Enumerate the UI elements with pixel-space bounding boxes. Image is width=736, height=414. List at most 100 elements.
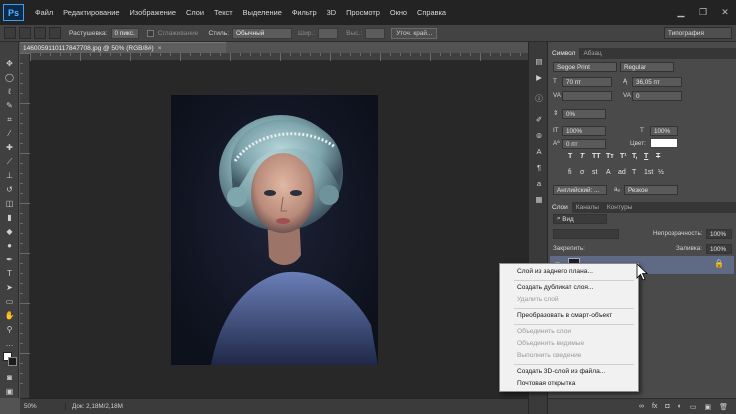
menu-help[interactable]: Справка xyxy=(412,8,451,17)
fractions-button[interactable]: ½ xyxy=(658,169,664,176)
marquee-tool-icon[interactable] xyxy=(4,27,16,39)
paragraph-icon[interactable]: ¶ xyxy=(533,162,545,172)
vertical-scale-input[interactable]: 100% xyxy=(562,126,606,136)
blend-mode-select[interactable] xyxy=(553,229,619,239)
marquee-tool-icon[interactable]: ◯ xyxy=(2,72,17,83)
opacity-input[interactable]: 100% xyxy=(706,229,732,239)
new-selection-icon[interactable] xyxy=(19,27,31,39)
close-icon[interactable]: ✕ xyxy=(714,0,736,25)
faux-bold-button[interactable]: T xyxy=(568,153,572,160)
eyedropper-tool-icon[interactable]: ⁄ xyxy=(2,128,17,139)
brush-presets-icon[interactable]: ✐ xyxy=(533,114,545,124)
leading-input[interactable]: 36,05 пт xyxy=(632,77,682,87)
kerning-input[interactable] xyxy=(562,91,612,101)
document-tab[interactable]: 1460059110117847708.jpg @ 50% (RGB/8#) × xyxy=(20,42,226,53)
hand-tool-icon[interactable]: ✋ xyxy=(2,310,17,321)
font-family-select[interactable]: Segoe Print xyxy=(553,62,617,72)
layer-comps-icon[interactable]: ▦ xyxy=(533,194,545,204)
menu-view[interactable]: Просмотр xyxy=(341,8,385,17)
menu-window[interactable]: Окно xyxy=(385,8,412,17)
blur-tool-icon[interactable]: ◆ xyxy=(2,226,17,237)
stylistic-alternates-button[interactable]: ad xyxy=(618,169,626,176)
menu-3d[interactable]: 3D xyxy=(322,8,341,17)
faux-italic-button[interactable]: T xyxy=(580,153,584,160)
menu-item-convert-smart-object[interactable]: Преобразовать в смарт-объект xyxy=(517,312,612,319)
menu-file[interactable]: Файл xyxy=(30,8,58,17)
lock-icon[interactable]: 🔒 xyxy=(714,259,724,268)
clone-stamp-tool-icon[interactable]: ⊥ xyxy=(2,170,17,181)
screen-mode-icon[interactable]: ▣ xyxy=(2,386,17,397)
menu-filter[interactable]: Фильтр xyxy=(287,8,322,17)
strikethrough-button[interactable]: T xyxy=(656,153,660,160)
superscript-button[interactable]: T¹ xyxy=(620,153,627,160)
tab-paths[interactable]: Контуры xyxy=(603,202,637,213)
menu-item-layer-from-background[interactable]: Слой из заднего плана... xyxy=(517,268,593,275)
menu-type[interactable]: Текст xyxy=(209,8,238,17)
zoom-tool-icon[interactable]: ⚲ xyxy=(2,324,17,335)
path-selection-tool-icon[interactable]: ➤ xyxy=(2,282,17,293)
healing-brush-tool-icon[interactable]: ✚ xyxy=(2,142,17,153)
menu-edit[interactable]: Редактирование xyxy=(58,8,124,17)
discretionary-ligatures-button[interactable]: st xyxy=(592,169,597,176)
history-icon[interactable]: ▤ xyxy=(533,56,545,66)
quick-mask-icon[interactable]: ◙ xyxy=(2,372,17,383)
underline-button[interactable]: T xyxy=(644,153,648,160)
fill-input[interactable]: 100% xyxy=(706,244,732,254)
close-document-icon[interactable]: × xyxy=(158,45,162,52)
move-tool-icon[interactable]: ✥ xyxy=(2,58,17,69)
add-mask-icon[interactable]: ◘ xyxy=(665,403,669,410)
gradient-tool-icon[interactable]: ▮ xyxy=(2,212,17,223)
subtract-selection-icon[interactable] xyxy=(49,27,61,39)
crop-tool-icon[interactable]: ⌗ xyxy=(2,114,17,125)
workspace-select[interactable]: Типография xyxy=(664,27,732,39)
adjustment-layer-icon[interactable]: ◐ xyxy=(678,403,682,410)
type-tool-icon[interactable]: T xyxy=(2,268,17,279)
restore-icon[interactable]: ❐ xyxy=(692,0,714,25)
menu-item-merge-layers[interactable]: Объединить слои xyxy=(517,328,571,335)
horizontal-scale-input[interactable]: 100% xyxy=(650,126,678,136)
refine-edge-button[interactable]: Уточ. край... xyxy=(391,27,438,39)
eraser-tool-icon[interactable]: ◫ xyxy=(2,198,17,209)
pen-tool-icon[interactable]: ✒ xyxy=(2,254,17,265)
lasso-tool-icon[interactable]: ℓ xyxy=(2,86,17,97)
brush-tool-icon[interactable]: ⟋ xyxy=(2,156,17,167)
quick-select-tool-icon[interactable]: ✎ xyxy=(2,100,17,111)
tracking-input[interactable]: 0 xyxy=(632,91,682,101)
delete-layer-icon[interactable]: 🗑 xyxy=(719,403,728,411)
menu-image[interactable]: Изображение xyxy=(124,8,181,17)
tab-character[interactable]: Символ xyxy=(548,48,580,59)
height-input[interactable] xyxy=(365,27,386,39)
layer-style-icon[interactable]: fx xyxy=(652,403,657,410)
minimize-icon[interactable]: ▁ xyxy=(670,0,692,25)
dodge-tool-icon[interactable]: ● xyxy=(2,240,17,251)
tsume-input[interactable]: 0% xyxy=(562,109,606,119)
more-tools-icon[interactable]: … xyxy=(2,338,17,349)
baseline-shift-input[interactable]: 0 пт xyxy=(562,139,606,149)
menu-item-flatten-image[interactable]: Выполнить сведение xyxy=(517,352,581,359)
add-selection-icon[interactable] xyxy=(34,27,46,39)
glyphs-icon[interactable]: a xyxy=(533,178,545,188)
link-layers-icon[interactable]: ∞ xyxy=(639,403,644,410)
menu-item-postcard[interactable]: Почтовая открытка xyxy=(517,380,575,387)
language-select[interactable]: Английский: ... xyxy=(553,185,607,195)
tab-paragraph[interactable]: Абзац xyxy=(579,48,605,59)
background-color-swatch[interactable] xyxy=(8,357,17,366)
ordinals-button[interactable]: 1st xyxy=(644,169,653,176)
menu-item-merge-visible[interactable]: Объединить видимые xyxy=(517,340,584,347)
new-group-icon[interactable]: ▭ xyxy=(690,403,697,411)
subscript-button[interactable]: T, xyxy=(632,153,637,160)
menu-layers[interactable]: Слои xyxy=(181,8,209,17)
menu-item-delete-layer[interactable]: Удалить слой xyxy=(517,296,559,303)
menu-select[interactable]: Выделение xyxy=(238,8,287,17)
antialias-checkbox[interactable] xyxy=(146,29,154,37)
actions-icon[interactable]: ▶ xyxy=(533,72,545,82)
feather-input[interactable]: 0 пикс. xyxy=(110,27,139,39)
zoom-level[interactable]: 50% xyxy=(20,403,66,410)
text-color-swatch[interactable] xyxy=(650,138,678,148)
menu-item-duplicate-layer[interactable]: Создать дубликат слоя... xyxy=(517,284,593,291)
font-style-select[interactable]: Regular xyxy=(620,62,674,72)
menu-item-new-3d-layer[interactable]: Создать 3D-слой из файла... xyxy=(517,368,605,375)
titling-alternates-button[interactable]: T xyxy=(632,169,636,176)
clone-source-icon[interactable]: ⊚ xyxy=(533,130,545,140)
font-size-input[interactable]: 70 пт xyxy=(562,77,612,87)
